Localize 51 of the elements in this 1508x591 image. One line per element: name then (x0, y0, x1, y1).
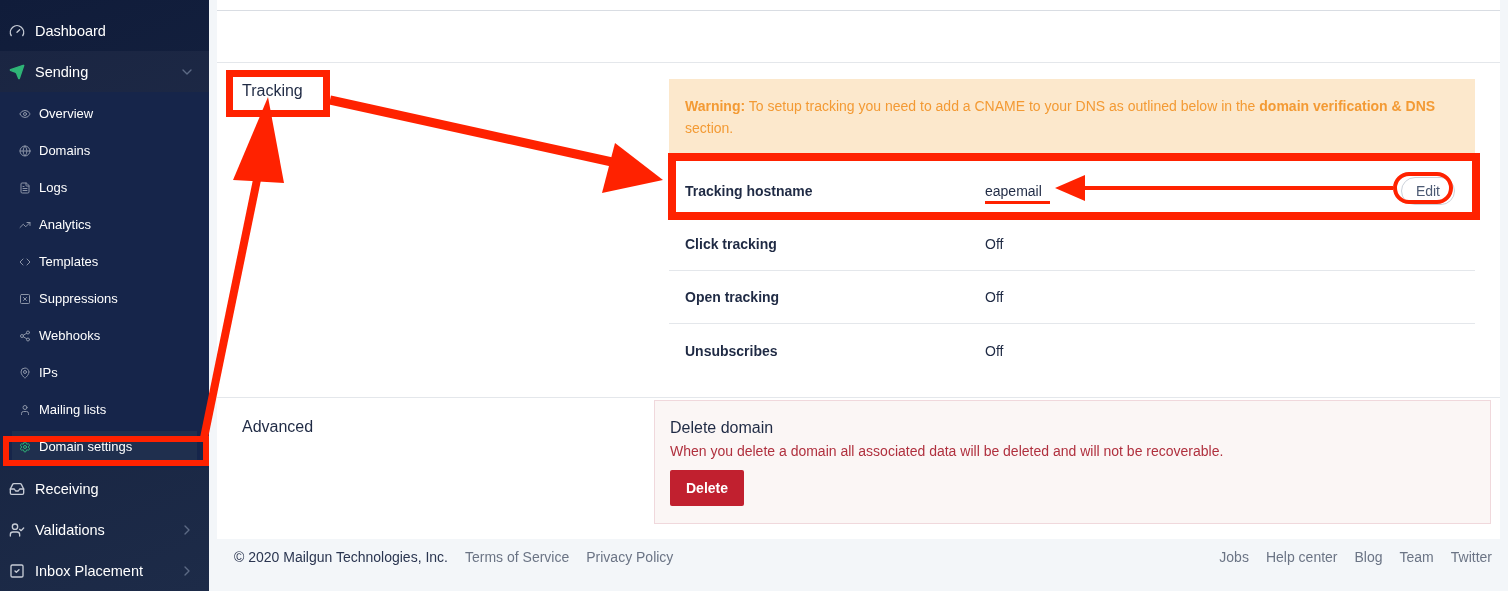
sidebar-subitem[interactable]: Webhooks (12, 320, 197, 351)
footer-link[interactable]: Blog (1354, 548, 1383, 565)
globe-icon (19, 144, 31, 157)
sidebar-subitem[interactable]: Mailing lists (12, 394, 197, 425)
document-icon (19, 181, 31, 194)
inbox-icon (9, 480, 25, 497)
sidebar-item[interactable]: Inbox Placement (0, 550, 209, 591)
user-check-icon (9, 521, 25, 538)
delete-button[interactable]: Delete (670, 470, 745, 506)
section-title: Advanced (242, 418, 314, 435)
eye-icon (19, 107, 31, 120)
footer-link[interactable]: Team (1399, 548, 1434, 565)
setting-label: Open tracking (685, 289, 781, 305)
setting-label: Unsubscribes (685, 342, 779, 359)
gauge-icon (9, 22, 25, 39)
sidebar-subitem[interactable]: IPs (12, 357, 197, 388)
sidebar-subitem[interactable]: Templates (12, 246, 197, 277)
x-square-icon (19, 292, 31, 305)
checkbox-icon (9, 562, 25, 579)
setting-value: Off (985, 289, 1004, 305)
panel-title: Delete domain (670, 419, 774, 437)
setting-value: eapemail (985, 183, 1042, 199)
footer-link[interactable]: Help center (1265, 548, 1338, 565)
sidebar-subitem[interactable]: Overview (12, 98, 197, 129)
sidebar-subitem[interactable]: Analytics (12, 209, 197, 240)
settings-icon (19, 440, 31, 453)
highlight-ring (1393, 172, 1453, 204)
footer-link[interactable]: Privacy Policy (586, 548, 674, 565)
paper-plane-icon (9, 63, 25, 80)
footer-link[interactable]: Terms of Service (465, 548, 570, 565)
sidebar-item[interactable]: Dashboard (0, 10, 209, 51)
sidebar-subitem[interactable]: Logs (12, 172, 197, 203)
setting-label: Click tracking (685, 236, 778, 252)
setting-value: Off (985, 342, 1004, 359)
share-icon (19, 329, 31, 342)
setting-label: Tracking hostname (685, 183, 814, 199)
copyright-text: © 2020 Mailgun Technologies, Inc. (234, 548, 448, 565)
footer-link[interactable]: Jobs (1219, 548, 1249, 565)
sidebar-subitem[interactable]: Suppressions (12, 283, 197, 314)
sidebar-item[interactable]: Sending (0, 51, 209, 92)
sidebar-item[interactable]: Receiving (0, 468, 209, 509)
setting-value: Off (985, 236, 1004, 252)
section-title: Tracking (242, 82, 303, 99)
footer-link[interactable]: Twitter (1450, 548, 1492, 565)
user-icon (19, 403, 31, 416)
warning-message: Warning: To setup tracking you need to add a CNAME to your DNS as outlined below in the domain verification & DNS section. (669, 79, 1475, 153)
warning-text: When you delete a domain all associated data will be deleted and will not be recoverable. (670, 443, 1224, 459)
sidebar-item[interactable]: Validations (0, 509, 209, 550)
underline-mark (985, 201, 1050, 204)
sidebar-subitem[interactable]: Domains (12, 135, 197, 166)
pin-icon (19, 366, 31, 379)
